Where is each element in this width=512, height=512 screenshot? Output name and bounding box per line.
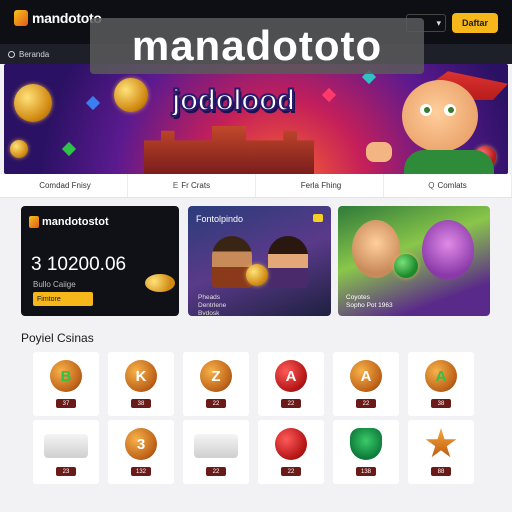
promo-text: Pheads Dentrlene Bvdosk — [198, 294, 227, 316]
logo-icon — [29, 216, 39, 228]
coin-icon — [114, 78, 148, 112]
game-badge: 22 — [206, 467, 226, 476]
promo-button[interactable]: Fimtore — [33, 292, 93, 306]
game-badge: 23 — [56, 467, 76, 476]
coin-icon — [14, 84, 52, 122]
character-man — [212, 236, 252, 288]
game-tile[interactable]: A 22 — [258, 352, 324, 416]
tab-label: Comdad Fnisy — [39, 181, 91, 190]
game-icon: 3 — [125, 428, 157, 460]
promo-text: Coyotes Sopho Pot 1963 — [346, 294, 393, 309]
game-icon: B — [50, 360, 82, 392]
game-badge: 22 — [206, 399, 226, 408]
coin-icon — [246, 264, 268, 286]
category-tabs: Comdad Fnisy E Fr Crats Ferla Fhing Q Co… — [0, 174, 512, 198]
hero-title: jodolood — [171, 83, 296, 118]
elf-body — [404, 150, 494, 174]
game-badge: 22 — [281, 399, 301, 408]
promo-subtitle: Bullo Caiige — [33, 280, 76, 289]
elf-character — [352, 220, 400, 278]
register-button[interactable]: Daftar — [452, 13, 498, 33]
tab-3[interactable]: Q Comlats — [384, 174, 512, 197]
game-icon — [275, 428, 307, 460]
casino-page: mandototo ▾ Daftar Beranda manadototo jo… — [0, 0, 512, 512]
promo-brand-name: mandotostot — [42, 216, 109, 228]
home-icon — [8, 50, 15, 58]
elf-hand — [366, 142, 392, 162]
game-tile[interactable]: A 38 — [408, 352, 474, 416]
promo-title: Fontolpindo — [196, 214, 243, 224]
character-woman — [268, 236, 308, 288]
watermark-overlay: manadototo — [90, 18, 424, 74]
promo-card-jackpot[interactable]: mandotostot 3 10200.06 Bullo Caiige Fimt… — [21, 206, 179, 316]
game-tile[interactable]: Z 22 — [183, 352, 249, 416]
game-icon: A — [275, 360, 307, 392]
game-icon — [350, 428, 382, 460]
game-tile[interactable]: K 38 — [108, 352, 174, 416]
elf-eye — [444, 104, 456, 116]
hero-banner[interactable]: jodolood — [4, 64, 508, 174]
game-icon — [425, 428, 457, 458]
promo-brand: mandotostot — [29, 216, 109, 228]
gem-icon — [85, 95, 101, 111]
elf-character — [402, 80, 478, 152]
chevron-down-icon: ▾ — [436, 17, 441, 28]
game-badge: 88 — [431, 467, 451, 476]
tab-2[interactable]: Ferla Fhing — [256, 174, 384, 197]
brand-logo[interactable]: mandototo — [14, 10, 102, 26]
section-title: Poyiel Csinas — [21, 331, 94, 345]
promo-card-game[interactable]: Fontolpindo Pheads Dentrlene Bvdosk — [188, 206, 331, 316]
promo-card-characters[interactable]: Coyotes Sopho Pot 1963 — [338, 206, 490, 316]
game-tile[interactable]: 3 132 — [108, 420, 174, 484]
game-badge: 138 — [356, 467, 376, 476]
game-icon — [44, 434, 88, 458]
promo-title-text: Fontolpindo — [196, 214, 244, 224]
search-icon: Q — [428, 181, 435, 190]
tab-label: Ferla Fhing — [300, 181, 342, 190]
gem-icon — [321, 87, 337, 103]
badge-icon — [313, 214, 323, 222]
game-badge: 22 — [356, 399, 376, 408]
breadcrumb-label[interactable]: Beranda — [19, 50, 49, 59]
elf-eye — [420, 104, 432, 116]
logo-icon — [14, 10, 28, 26]
game-tile[interactable]: 138 — [333, 420, 399, 484]
game-badge: 22 — [281, 467, 301, 476]
game-grid: B 37 K 38 Z 22 A 22 A 22 A 38 23 3 132 22 22 138 88 — [33, 352, 479, 484]
game-tile[interactable]: 22 — [258, 420, 324, 484]
castle-illustration — [144, 126, 314, 174]
watermark-text: manadototo — [131, 22, 383, 69]
game-icon: Z — [200, 360, 232, 392]
tab-label: Comlats — [437, 181, 467, 190]
coins-icon — [145, 274, 175, 292]
coin-icon — [394, 254, 418, 278]
cat-character — [422, 220, 474, 280]
game-tile[interactable]: 88 — [408, 420, 474, 484]
jackpot-amount: 3 10200.06 — [31, 254, 127, 275]
game-icon: A — [350, 360, 382, 392]
game-icon: A — [425, 360, 457, 392]
game-icon — [194, 434, 238, 458]
game-tile[interactable]: A 22 — [333, 352, 399, 416]
tab-label: Fr Crats — [181, 181, 211, 190]
game-tile[interactable]: B 37 — [33, 352, 99, 416]
coin-icon — [10, 140, 28, 158]
tab-0[interactable]: Comdad Fnisy — [0, 174, 128, 197]
game-badge: 38 — [131, 399, 151, 408]
game-badge: 132 — [131, 467, 151, 476]
game-tile[interactable]: 22 — [183, 420, 249, 484]
gem-icon — [61, 141, 77, 157]
tab-icon: E — [172, 181, 179, 190]
tab-1[interactable]: E Fr Crats — [128, 174, 256, 197]
game-tile[interactable]: 23 — [33, 420, 99, 484]
game-badge: 38 — [431, 399, 451, 408]
game-badge: 37 — [56, 399, 76, 408]
game-icon: K — [125, 360, 157, 392]
